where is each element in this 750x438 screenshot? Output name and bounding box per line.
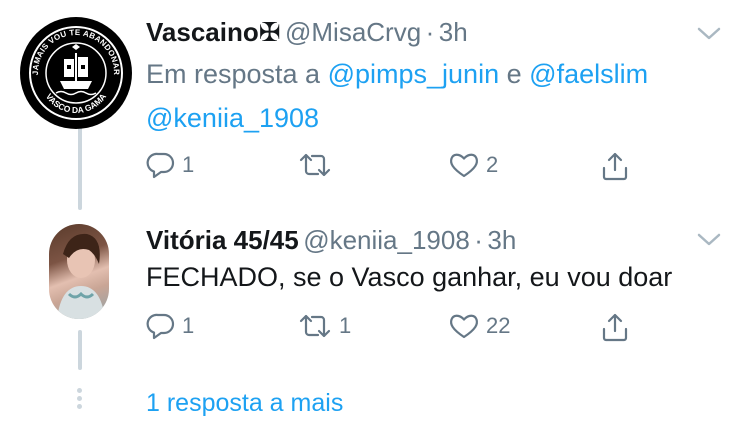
mention-faelslim[interactable]: @faelslim (529, 59, 648, 89)
share-icon (602, 152, 628, 181)
tweet2-separator: · (474, 225, 483, 255)
tweet1-reply-to-line2: @keniia_1908 (146, 103, 319, 134)
chevron-down-icon[interactable] (696, 232, 722, 248)
reply-icon (146, 152, 175, 179)
tweet2-like-button[interactable]: 22 (448, 311, 510, 341)
tweet2-share-button[interactable] (600, 311, 630, 343)
tweet2-like-count: 22 (486, 313, 511, 338)
like-icon (450, 314, 478, 339)
tweet2-reply-button[interactable]: 1 (146, 311, 194, 341)
reply-icon (146, 313, 175, 340)
thread-line-1 (78, 120, 82, 210)
tweet1-retweet-button[interactable] (297, 150, 339, 180)
tweet1-like-count: 2 (486, 152, 499, 177)
tweet2-header: Vitória 45/45 @keniia_1908 · 3h (146, 225, 516, 256)
tweet1-like-button[interactable]: 2 (448, 150, 498, 180)
tweet1-header: Vascaino✠ @MisaCrvg · 3h (146, 17, 468, 48)
tweet1-reply-button[interactable]: 1 (146, 150, 194, 180)
retweet-icon (299, 314, 331, 338)
tweet2-retweet-button[interactable]: 1 (297, 311, 351, 341)
tweet1-time[interactable]: 3h (439, 17, 468, 47)
more-replies-link[interactable]: 1 resposta a mais (146, 389, 343, 418)
tweet2-display-name[interactable]: Vitória 45/45 (146, 225, 299, 255)
avatar-vascaino[interactable]: JAMAIS VOU TE ABANDONAR VASCO DA GAMA (20, 17, 132, 129)
chevron-down-icon[interactable] (696, 26, 722, 42)
vasco-logo-icon: JAMAIS VOU TE ABANDONAR VASCO DA GAMA (23, 20, 129, 126)
tweet2-retweet-count: 1 (339, 313, 352, 338)
reply-to-conjunction: e (506, 59, 522, 89)
mention-keniia-1908[interactable]: @keniia_1908 (146, 103, 319, 133)
avatar-vitoria[interactable] (49, 224, 109, 319)
profile-photo-image (57, 233, 105, 319)
reply-to-prefix: Em resposta a (146, 59, 321, 89)
thread-more-dots (77, 388, 82, 412)
retweet-icon (299, 153, 331, 177)
tweet1-reply-count: 1 (182, 152, 195, 177)
tweet1-reply-to: Em resposta a @pimps_junin e @faelslim (146, 59, 648, 90)
tweet1-handle[interactable]: @MisaCrvg (285, 17, 421, 47)
tweet2-text: FECHADO, se o Vasco ganhar, eu vou doar (146, 262, 673, 292)
tweet2-time[interactable]: 3h (487, 225, 516, 255)
tweet2-handle[interactable]: @keniia_1908 (303, 225, 470, 255)
mention-pimps-junin[interactable]: @pimps_junin (328, 59, 500, 89)
like-icon (450, 153, 478, 178)
tweet1-display-name[interactable]: Vascaino✠ (146, 17, 281, 47)
tweet1-share-button[interactable] (600, 150, 630, 182)
thread-line-2 (78, 330, 82, 370)
share-icon (602, 313, 628, 342)
tweet1-separator: · (425, 17, 435, 47)
tweet2-reply-count: 1 (182, 313, 195, 338)
